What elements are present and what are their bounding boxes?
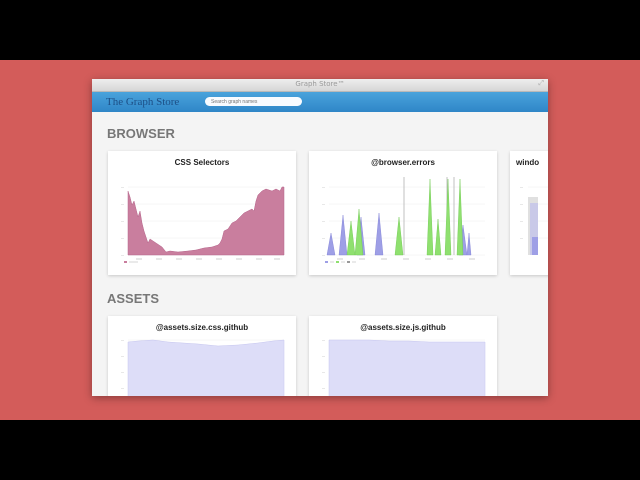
svg-text:---: --- bbox=[520, 185, 523, 189]
window-chart: --- --- --- --- bbox=[520, 185, 548, 255]
svg-text:---: --- bbox=[322, 236, 325, 240]
graph-card-window[interactable]: windo --- --- --- --- bbox=[510, 151, 548, 275]
window-title: Graph Store™ bbox=[295, 80, 345, 88]
svg-text:---: --- bbox=[322, 370, 325, 374]
svg-text:---: --- bbox=[121, 386, 124, 390]
graph-card-css-selectors[interactable]: CSS Selectors --- --- --- --- --- bbox=[108, 151, 296, 275]
css-selectors-chart: --- --- --- --- --- bbox=[121, 185, 285, 263]
window-titlebar[interactable]: Graph Store™ ⤢ bbox=[92, 79, 548, 92]
svg-text:---: --- bbox=[121, 185, 124, 189]
resize-icon[interactable]: ⤢ bbox=[538, 80, 544, 88]
svg-text:---: --- bbox=[322, 185, 325, 189]
assets-js-area bbox=[328, 339, 486, 396]
svg-text:---: --- bbox=[520, 219, 523, 223]
brand-logo[interactable]: The Graph Store bbox=[106, 96, 179, 108]
svg-text:---: --- bbox=[121, 354, 124, 358]
svg-text:---: --- bbox=[322, 253, 325, 257]
search-input[interactable] bbox=[205, 97, 302, 106]
svg-text:---: --- bbox=[322, 338, 325, 342]
svg-text:---: --- bbox=[520, 202, 523, 206]
svg-text:---: --- bbox=[121, 219, 124, 223]
assets-css-area bbox=[127, 339, 285, 396]
app-window: Graph Store™ ⤢ The Graph Store BROWSER C… bbox=[92, 79, 548, 396]
svg-text:---: --- bbox=[322, 219, 325, 223]
section-title-assets: ASSETS bbox=[107, 291, 160, 306]
svg-text:---: --- bbox=[121, 236, 124, 240]
svg-text:---: --- bbox=[322, 202, 325, 206]
assets-css-chart: --- --- --- --- bbox=[121, 338, 285, 396]
svg-text:---: --- bbox=[121, 338, 124, 342]
graph-card-assets-css[interactable]: @assets.size.css.github --- --- --- --- bbox=[108, 316, 296, 396]
svg-text:---: --- bbox=[121, 202, 124, 206]
svg-text:---: --- bbox=[322, 354, 325, 358]
section-title-browser: BROWSER bbox=[107, 126, 175, 141]
svg-text:---: --- bbox=[121, 370, 124, 374]
svg-text:---: --- bbox=[322, 386, 325, 390]
graph-card-assets-js[interactable]: @assets.size.js.github --- --- --- --- bbox=[309, 316, 497, 396]
app-header: The Graph Store bbox=[92, 92, 548, 112]
browser-errors-chart: --- --- --- --- --- bbox=[322, 177, 485, 263]
svg-text:---: --- bbox=[520, 236, 523, 240]
svg-text:---: --- bbox=[121, 253, 124, 257]
graph-card-browser-errors[interactable]: @browser.errors --- --- --- --- --- bbox=[309, 151, 497, 275]
assets-js-chart: --- --- --- --- bbox=[322, 338, 486, 396]
